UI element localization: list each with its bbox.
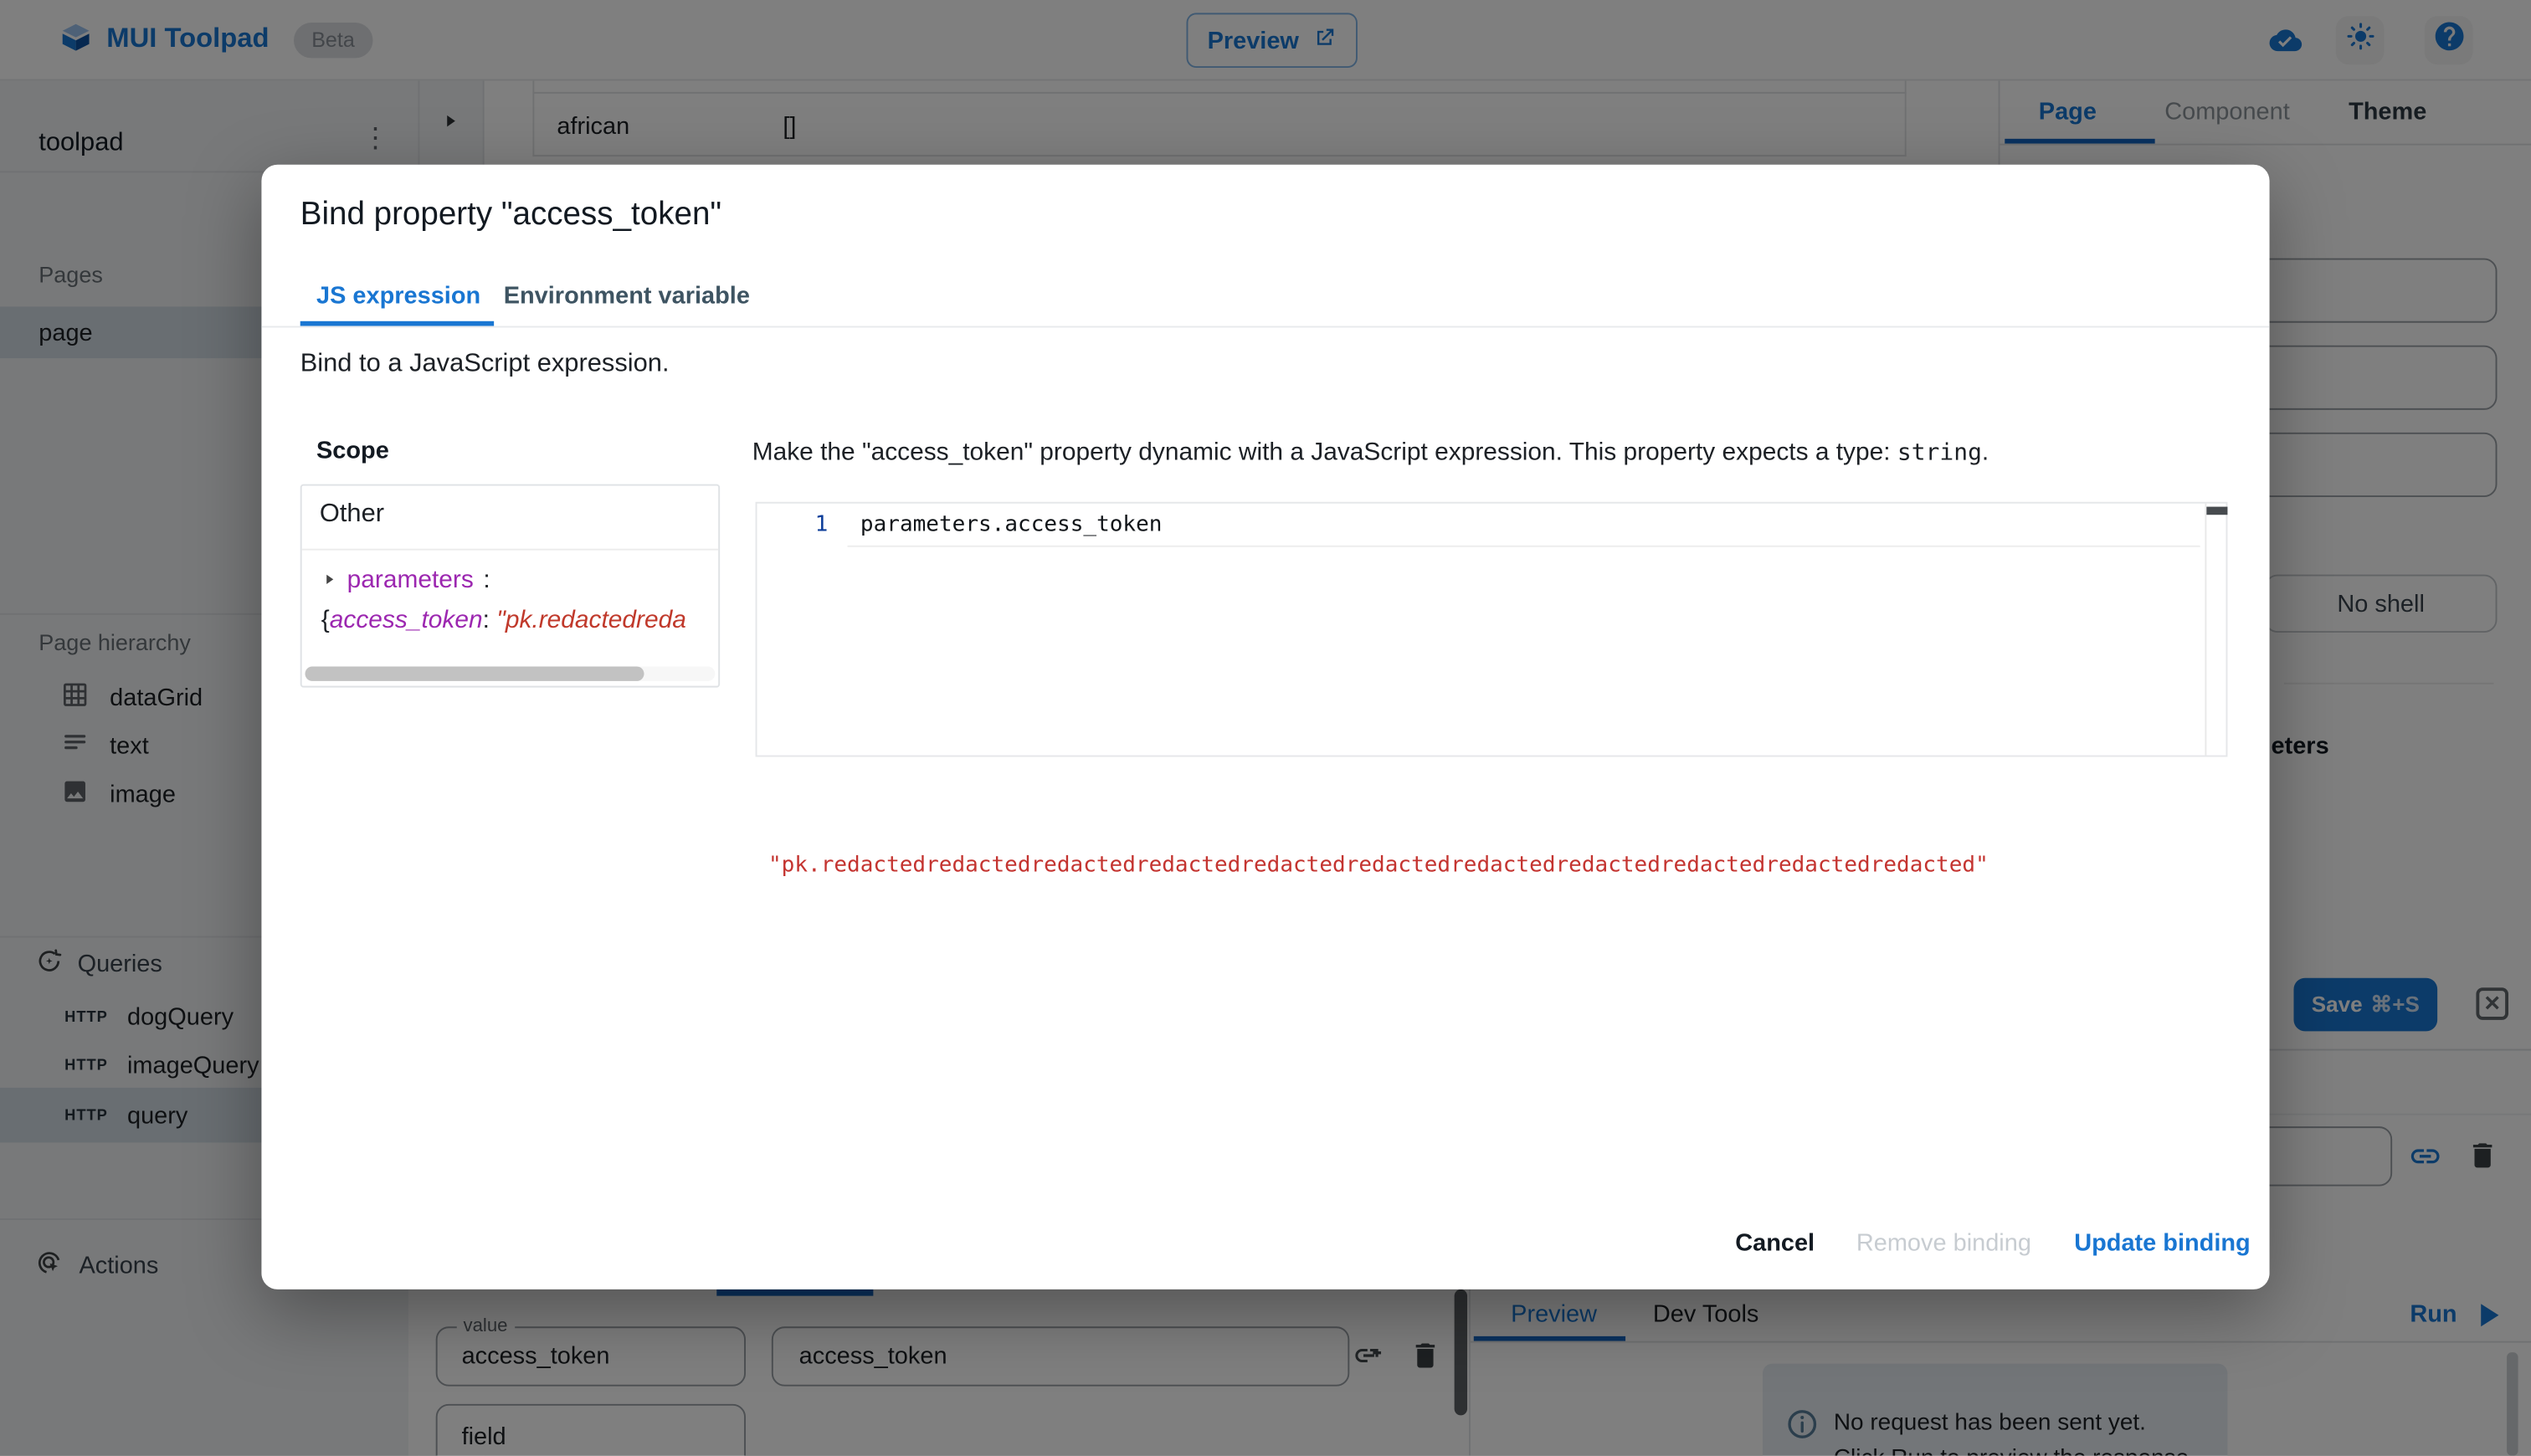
bind-property-dialog: Bind property "access_token" JS expressi… [261,164,2270,1289]
expand-chevron-icon [321,567,337,596]
tabs-divider [261,326,2270,328]
tree-key: access_token [329,607,483,634]
tree-colon: : [482,607,497,634]
tab-js-expression[interactable]: JS expression [316,282,480,310]
editor-scrollbar-border [2205,503,2207,756]
binding-description: Make the "access_token" property dynamic… [752,439,2221,469]
horizontal-scrollbar-thumb[interactable] [305,666,644,681]
scope-tree-row-value[interactable]: {access_token: "pk.redactedreda [321,607,686,636]
tree-string-value: "pk.redactedreda [496,607,686,634]
editor-code: parameters.access_token [860,511,1163,538]
scope-explorer: Other parameters: {access_token: "pk.red… [300,484,721,688]
update-binding-button[interactable]: Update binding [2074,1230,2251,1258]
remove-binding-button[interactable]: Remove binding [1856,1230,2031,1258]
dialog-subtitle: Bind to a JavaScript expression. [300,350,670,378]
editor-line-number: 1 [814,511,829,538]
dialog-title: Bind property "access_token" [300,197,722,233]
description-text: Make the "access_token" property dynamic… [752,438,1897,467]
tab-environment-variable[interactable]: Environment variable [504,282,750,310]
current-line-border [847,545,2200,547]
editor-scrollbar-thumb[interactable] [2206,506,2228,515]
tree-colon: : [483,566,490,594]
tree-brace: { [321,607,330,634]
divider [301,548,719,551]
description-type: string [1897,440,1982,467]
scope-group-label: Other [319,500,385,528]
app-root: MUI Toolpad Beta Preview toolpad ⋮ Pag [0,0,2531,1456]
scope-tree-row-parameters[interactable]: parameters: [321,567,490,596]
js-expression-editor[interactable]: 1 parameters.access_token [755,501,2228,757]
tree-key: parameters [347,566,474,594]
description-period: . [1981,438,1989,467]
expression-result-value: "pk.redactedredactedredactedredactedreda… [768,852,1989,879]
cancel-button[interactable]: Cancel [1735,1230,1815,1258]
scope-label: Scope [316,437,389,465]
horizontal-scrollbar-track [305,666,716,681]
